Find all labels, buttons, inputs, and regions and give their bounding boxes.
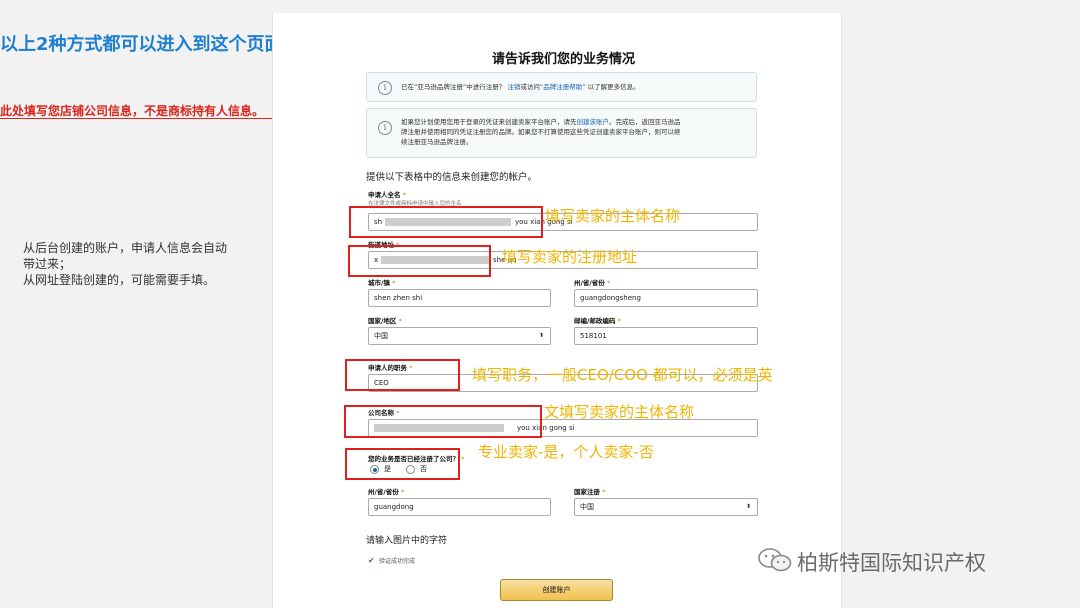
country-select[interactable]: 中国 ⬍ bbox=[368, 327, 551, 345]
select-arrows-icon: ⬍ bbox=[538, 332, 544, 339]
info-text: 如果您计划使用您用于登录的凭证来创建卖家平台账户，请先创建该账户。完成后，返回亚… bbox=[401, 117, 746, 147]
annotation-position-1: 填写职务，一般CEO/COO 都可以，必须是英 bbox=[472, 366, 773, 384]
select-value: 中国 bbox=[580, 503, 594, 511]
info-box-registered: i 已在“亚马逊品牌注册”中进行注册？ 注销或访问“品牌注册帮助” 以了解更多信… bbox=[366, 72, 757, 102]
side-note-line: 从网址登陆创建的，可能需要手填。 bbox=[23, 273, 216, 287]
check-icon: ✔ bbox=[368, 556, 375, 565]
slide-note-red: 此处填写您店铺公司信息，不是商标持有人信息。 bbox=[0, 104, 265, 118]
info-icon: i bbox=[378, 81, 392, 95]
select-value: 中国 bbox=[374, 332, 388, 340]
info-text-part: 已在“亚马逊品牌注册”中进行注册？ bbox=[401, 83, 506, 91]
form-intro: 提供以下表格中的信息来创建您的帐户。 bbox=[366, 172, 538, 183]
side-note-line: 从后台创建的账户，申请人信息会自动 bbox=[23, 241, 228, 255]
info-text-part: 以了解更多信息。 bbox=[587, 83, 640, 91]
highlight-street bbox=[348, 245, 491, 277]
highlight-company bbox=[344, 405, 542, 438]
watermark-text: 柏斯特国际知识产权 bbox=[797, 551, 986, 575]
state-label: 州/省/省份 * bbox=[574, 279, 611, 287]
annotation-position-2: 文填写卖家的主体名称 bbox=[544, 403, 695, 421]
verified-text: 验证成功完成 bbox=[379, 558, 416, 565]
select-arrows-icon: ⬍ bbox=[745, 503, 751, 510]
country-label: 国家/地区 * bbox=[368, 317, 402, 325]
city-label: 城市/镇 * bbox=[368, 279, 396, 287]
side-note-line: 带过来； bbox=[23, 257, 72, 271]
annotation-name: 填写卖家的主体名称 bbox=[545, 207, 681, 225]
city-input[interactable]: shen zhen shi bbox=[368, 289, 551, 307]
note-underline bbox=[0, 118, 296, 119]
info-text: 已在“亚马逊品牌注册”中进行注册？ 注销或访问“品牌注册帮助” 以了解更多信息。 bbox=[401, 82, 746, 92]
form-title: 请告诉我们您的业务情况 bbox=[492, 52, 636, 67]
postal-label: 邮编/邮政编码 * bbox=[574, 317, 621, 325]
info-text-line: 续注册亚马逊品牌注册。 bbox=[401, 138, 473, 146]
highlight-registered bbox=[345, 448, 460, 480]
info-box-credentials: i 如果您计划使用您用于登录的凭证来创建卖家平台账户，请先创建该账户。完成后，返… bbox=[366, 108, 757, 158]
create-account-link[interactable]: 创建该账户 bbox=[577, 118, 610, 126]
reg-country-select[interactable]: 中国 ⬍ bbox=[574, 498, 758, 516]
info-text-part: 或访问 bbox=[520, 83, 540, 91]
reg-country-label: 国家注册 * bbox=[574, 488, 606, 496]
state-input[interactable]: guangdongsheng bbox=[574, 289, 758, 307]
annotation-address: 填写卖家的注册地址 bbox=[502, 248, 638, 266]
info-icon: i bbox=[378, 121, 392, 135]
info-text-line: 牌注册并使用相同的凭证注册您的品牌。如果您不打算使用这些凭证创建卖家平台账户，则… bbox=[401, 128, 681, 136]
info-text-part: 如果您计划使用您用于登录的凭证来创建卖家平台账户，请先 bbox=[401, 118, 577, 126]
reg-state-label: 州/省/省份 * bbox=[368, 488, 405, 496]
highlight-applicant-name bbox=[349, 206, 543, 238]
postal-input[interactable]: 518101 bbox=[574, 327, 758, 345]
highlight-title bbox=[345, 359, 460, 391]
annotation-seller-type: 专业卖家-是，个人卖家-否 bbox=[478, 443, 654, 461]
form-screenshot: 请告诉我们您的业务情况 i 已在“亚马逊品牌注册”中进行注册？ 注销或访问“品牌… bbox=[272, 13, 842, 608]
sign-out-link[interactable]: 注销 bbox=[507, 83, 520, 91]
reg-state-input[interactable]: guangdong bbox=[368, 498, 551, 516]
slide-side-note: 从后台创建的账户，申请人信息会自动 带过来； 从网址登陆创建的，可能需要手填。 bbox=[23, 240, 253, 288]
applicant-name-label: 申请人全名 * bbox=[368, 191, 407, 199]
create-account-button[interactable]: 创建账户 bbox=[500, 579, 613, 601]
brand-registry-help-link[interactable]: “品牌注册帮助” bbox=[540, 83, 586, 91]
wechat-icon bbox=[758, 548, 792, 572]
captcha-title: 请输入图片中的字符 bbox=[366, 536, 448, 546]
info-text-part: 。完成后，返回亚马逊品 bbox=[609, 118, 681, 126]
